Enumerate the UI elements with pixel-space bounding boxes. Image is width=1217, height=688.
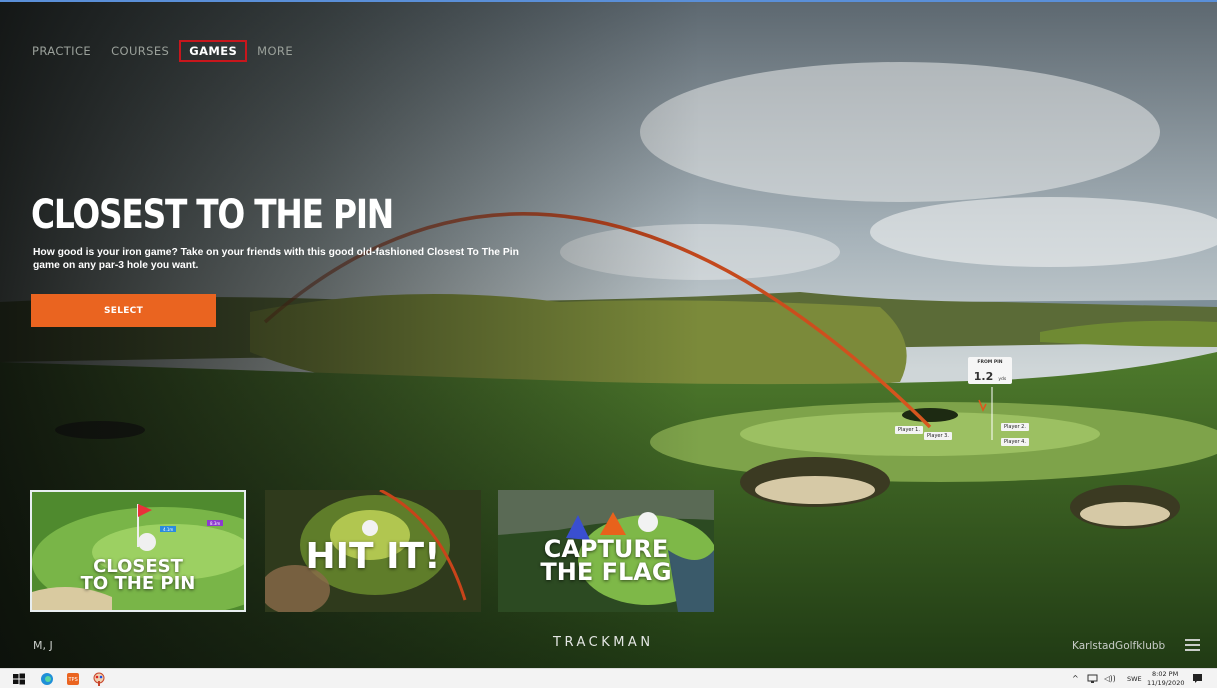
trackman-logo: TRACKMAN [553, 635, 654, 650]
card-title: CLOSEST TO THE PIN [32, 557, 244, 595]
card-title: CAPTURE THE FLAG [498, 537, 714, 586]
from-pin-value: 1.2 [973, 370, 994, 383]
network-icon[interactable] [1087, 674, 1098, 684]
game-card-closest-to-the-pin[interactable]: 4.1m 8.3m CLOSEST TO THE PIN [30, 490, 246, 612]
hamburger-menu-icon[interactable] [1185, 639, 1200, 651]
game-description: How good is your iron game? Take on your… [33, 247, 519, 271]
game-card-hit-it[interactable]: HIT IT! [265, 490, 481, 612]
clock-date[interactable]: 11/19/2020 [1147, 679, 1184, 687]
notification-icon[interactable] [1192, 673, 1203, 684]
card-title-line2: TO THE PIN [80, 573, 196, 595]
game-scene: FROM PIN 1.2 yds Player 1. Player 2. Pla… [0, 0, 1217, 668]
player-tag: Player 4. [1001, 438, 1029, 446]
club-name[interactable]: KarlstadGolfklubb [1072, 640, 1165, 652]
nav-games[interactable]: GAMES [179, 40, 248, 62]
card-title: HIT IT! [305, 536, 441, 577]
player-tag: Player 1. [895, 426, 923, 434]
select-button[interactable]: SELECT [31, 294, 216, 327]
clock-time[interactable]: 8:02 PM [1152, 670, 1178, 678]
top-nav: PRACTICE COURSES GAMES MORE [22, 40, 303, 62]
windows-start-icon[interactable] [12, 672, 26, 686]
user-initials[interactable]: M, J [33, 639, 53, 652]
windows-taskbar: TPS ^ ◁)) SWE 8:02 PM 11/19/2020 [0, 668, 1217, 688]
game-card-capture-the-flag[interactable]: CAPTURE THE FLAG [498, 490, 714, 612]
edge-browser-icon[interactable] [40, 672, 54, 686]
volume-icon[interactable]: ◁)) [1104, 674, 1116, 683]
nav-practice[interactable]: PRACTICE [22, 40, 101, 62]
nav-courses[interactable]: COURSES [101, 40, 179, 62]
tps-app-icon[interactable]: TPS [66, 672, 80, 686]
paint-app-icon[interactable] [92, 672, 106, 686]
from-pin-unit: yds [998, 377, 1007, 382]
badge-1: 4.1m [163, 527, 173, 532]
tps-label: TPS [68, 677, 78, 683]
player-tag: Player 3. [924, 432, 952, 440]
card-title-line2: THE FLAG [540, 557, 672, 586]
tray-chevron-up-icon[interactable]: ^ [1072, 674, 1079, 683]
nav-more[interactable]: MORE [247, 40, 303, 62]
player-tag: Player 2. [1001, 423, 1029, 431]
badge-2: 8.3m [210, 521, 220, 526]
language-indicator[interactable]: SWE [1127, 675, 1142, 683]
from-pin-indicator: FROM PIN 1.2 yds [968, 357, 1012, 384]
game-title: CLOSEST TO THE PIN [31, 192, 394, 238]
closest-to-pin-illustration: 4.1m 8.3m [32, 492, 244, 610]
